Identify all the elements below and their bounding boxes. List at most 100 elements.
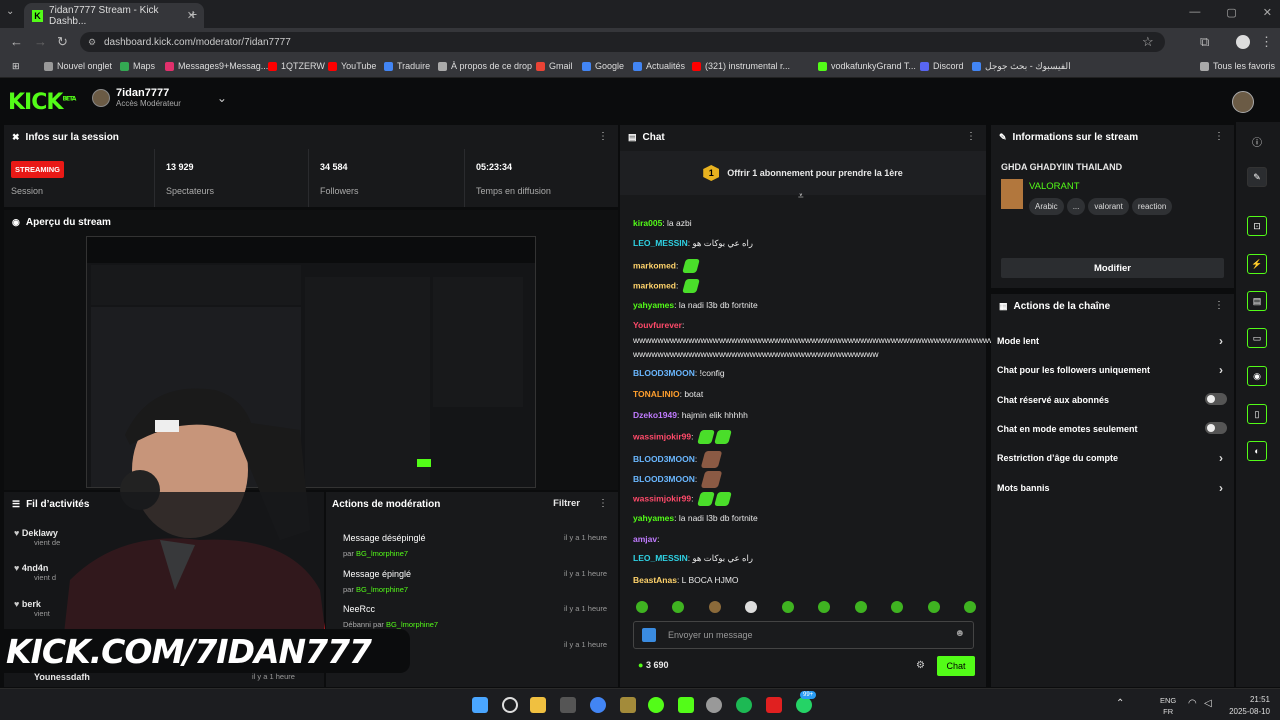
obs-icon[interactable] <box>706 697 722 713</box>
chat-username[interactable]: markomed <box>633 260 676 270</box>
channel-switcher[interactable]: 7idan7777 Accès Modérateur ⌄ <box>92 87 227 108</box>
emote-icon[interactable] <box>708 601 721 613</box>
chat-message[interactable]: Youvfurever: <box>633 320 684 330</box>
chat-username[interactable]: yahyames <box>633 513 674 523</box>
subscribers-only-toggle[interactable] <box>1205 393 1227 405</box>
emote-icon[interactable] <box>745 601 758 613</box>
search-icon[interactable] <box>502 697 518 713</box>
browser-tab[interactable]: K 7idan7777 Stream - Kick Dashb... ✕ <box>24 3 204 28</box>
emote-icon[interactable] <box>891 601 904 613</box>
forward-icon[interactable]: → <box>34 34 47 49</box>
volume-icon[interactable]: ◁ <box>1204 698 1212 709</box>
kick-studio-icon[interactable] <box>678 697 694 713</box>
emote-icon[interactable] <box>927 601 940 613</box>
chat-message[interactable]: TONALINIO: botat <box>633 389 703 399</box>
clock[interactable]: 21:51 2025-08-10 <box>1229 694 1270 718</box>
channel-points[interactable]: ● 3 690 <box>638 660 668 670</box>
network-icon[interactable]: ◠ <box>1188 698 1197 709</box>
emote-icon[interactable] <box>636 601 648 613</box>
store-icon[interactable] <box>560 697 576 713</box>
language-indicator[interactable]: ENG FR <box>1160 695 1176 717</box>
gift-promo[interactable]: 1 Offrir 1 abonnement pour prendre la 1è… <box>620 151 986 195</box>
chat-username[interactable]: LEO_MESSIN <box>633 238 688 248</box>
emote-icon[interactable] <box>781 601 794 613</box>
clipboard-rail-icon[interactable]: ▤ <box>1247 291 1267 311</box>
sound-rail-icon[interactable]: ◐ <box>1247 441 1267 461</box>
bookmark-2[interactable]: Messages9+Messag... <box>165 61 268 71</box>
bookmark-11[interactable]: vodkafunkyGrand T... <box>818 61 916 71</box>
apps-icon[interactable]: ⊞ <box>12 61 20 72</box>
bookmark-7[interactable]: Gmail <box>536 61 573 71</box>
moderation-menu-icon[interactable]: ⋮ <box>598 498 608 509</box>
file-explorer-icon[interactable] <box>530 697 546 713</box>
reply-icon[interactable] <box>642 628 656 642</box>
channel-actions-menu-icon[interactable]: ⋮ <box>1214 300 1224 311</box>
focus-rail-icon[interactable]: ⊡ <box>1247 216 1267 236</box>
bookmark-3[interactable]: 1QTZERW <box>268 61 325 71</box>
chat-message[interactable]: BLOOD3MOON: <box>633 451 722 468</box>
emoji-icon[interactable]: ☻ <box>954 628 965 639</box>
new-tab-icon[interactable]: + <box>189 6 197 22</box>
chat-message[interactable]: amjav: <box>633 534 659 544</box>
chat-message[interactable]: LEO_MESSIN: راه عي بوكات هو <box>633 238 753 249</box>
bookmark-5[interactable]: Traduire <box>384 61 430 71</box>
chat-message[interactable]: BLOOD3MOON: !config <box>633 368 725 378</box>
chat-message[interactable]: BeastAnas: L BOCA HJMO <box>633 575 739 585</box>
chat-username[interactable]: markomed <box>633 280 676 290</box>
chat-username[interactable]: Dzeko1949 <box>633 410 677 420</box>
chat-message[interactable]: markomed: <box>633 259 700 273</box>
chat-message[interactable]: yahyames: la nadi l3b db fortnite <box>633 300 758 310</box>
chat-username[interactable]: BLOOD3MOON <box>633 474 695 484</box>
chat-input[interactable]: Envoyer un message ☻ <box>633 621 974 649</box>
kick-app-icon[interactable] <box>648 697 664 713</box>
close-window-icon[interactable]: ✕ <box>1263 6 1272 19</box>
chat-message[interactable]: BLOOD3MOON: <box>633 471 722 488</box>
edit-stream-button[interactable]: Modifier <box>1001 258 1224 278</box>
send-chat-button[interactable]: Chat <box>937 656 975 676</box>
filter-button[interactable]: Filtrer <box>553 498 580 509</box>
bookmark-9[interactable]: Actualités <box>633 61 685 71</box>
minimize-icon[interactable]: — <box>1189 6 1200 19</box>
chat-username[interactable]: Youvfurever <box>633 320 682 330</box>
chevron-down-icon[interactable]: ⌄ <box>217 91 227 105</box>
bookmark-12[interactable]: Discord <box>920 61 964 71</box>
chat-message[interactable]: yahyames: la nadi l3b db fortnite <box>633 513 758 523</box>
chat-username[interactable]: BeastAnas <box>633 575 677 585</box>
url-field[interactable]: dashboard.kick.com/moderator/7idan7777 <box>80 32 1165 52</box>
chat-username[interactable]: TONALINIO <box>633 389 680 399</box>
bookmark-13[interactable]: الفيسبوك - بحث جوجل <box>972 61 1071 72</box>
reload-icon[interactable]: ↻ <box>57 34 68 50</box>
start-icon[interactable] <box>472 697 488 713</box>
chat-message[interactable]: kira005: la azbi <box>633 218 692 228</box>
chat-menu-icon[interactable]: ⋮ <box>966 131 976 142</box>
chat-username[interactable]: LEO_MESSIN <box>633 553 688 563</box>
action-age-restriction[interactable]: Restriction d’âge du compte › <box>997 451 1227 465</box>
chat-message[interactable]: wassimjokir99: <box>633 492 732 506</box>
bookmark-10[interactable]: (321) instrumental r... <box>692 61 790 71</box>
bookmark-0[interactable]: Nouvel onglet <box>44 61 112 71</box>
chat-username[interactable]: wassimjokir99 <box>633 431 691 441</box>
chat-message[interactable]: wwwwwwwwwwwwwwwwwwwwwwwwwwwwwwwwwwwwwwww <box>633 349 879 359</box>
chat-message[interactable]: LEO_MESSIN: راه عي بوكات هو <box>633 553 753 564</box>
edit-rail-icon[interactable]: ✎ <box>1247 167 1267 187</box>
chat-username[interactable]: BLOOD3MOON <box>633 368 695 378</box>
chat-message[interactable]: markomed: <box>633 279 700 293</box>
emote-icon[interactable] <box>963 601 976 613</box>
action-slow-mode[interactable]: Mode lent › <box>997 334 1227 348</box>
tab-search-icon[interactable]: ⌄ <box>6 6 14 17</box>
bookmark-1[interactable]: Maps <box>120 61 155 71</box>
tray-arrow-icon[interactable]: ⌃ <box>1116 698 1124 709</box>
book-rail-icon[interactable]: ▯ <box>1247 404 1267 424</box>
category-name[interactable]: VALORANT <box>1029 181 1080 192</box>
chat-username[interactable]: wassimjokir99 <box>633 493 691 503</box>
emote-icon[interactable] <box>854 601 867 613</box>
bolt-rail-icon[interactable]: ⚡ <box>1247 254 1267 274</box>
spotify-icon[interactable] <box>736 697 752 713</box>
chat-message[interactable]: wassimjokir99: <box>633 430 732 444</box>
chat-username[interactable]: BLOOD3MOON <box>633 454 695 464</box>
broadcast-rail-icon[interactable]: ◉ <box>1247 366 1267 386</box>
profile-icon[interactable] <box>1236 35 1250 49</box>
chat-message[interactable]: wwwwwwwwwwwwwwwwwwwwwwwwwwwwwwwwwwwwwwww… <box>633 335 1014 345</box>
action-banned-words[interactable]: Mots bannis › <box>997 481 1227 495</box>
app-icon[interactable] <box>620 697 636 713</box>
